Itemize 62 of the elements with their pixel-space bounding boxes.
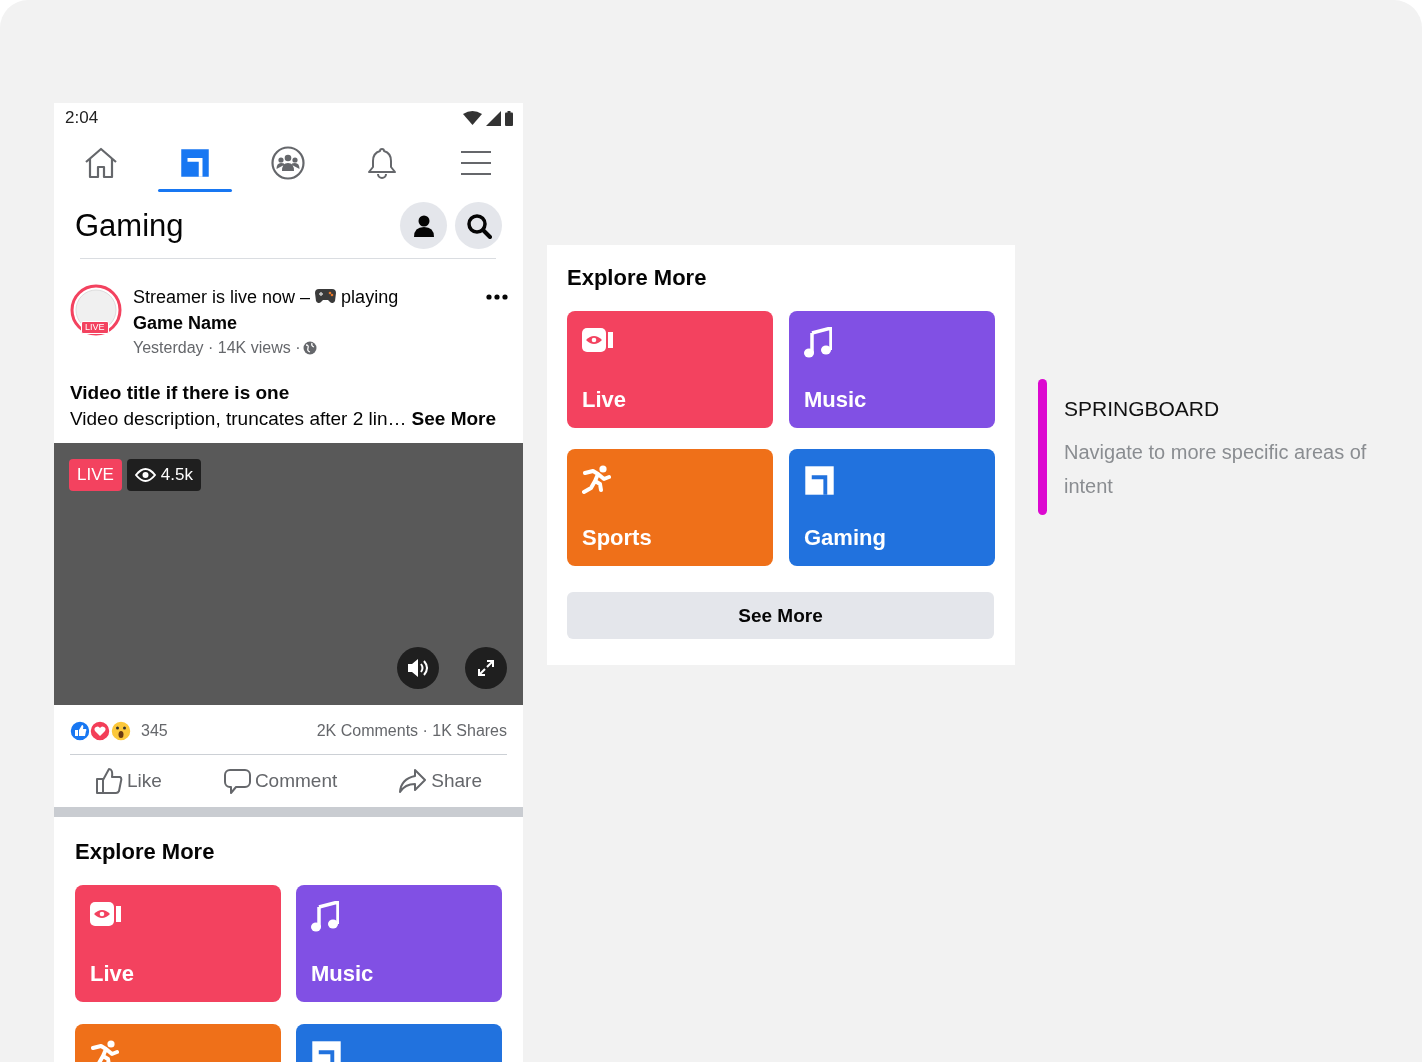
video-description: Video description, truncates after 2 lin… — [70, 407, 407, 431]
category-tile[interactable]: Live — [75, 885, 281, 1003]
category-tile[interactable]: Sports — [567, 449, 773, 567]
gaming-icon — [311, 1040, 342, 1062]
category-tile[interactable]: Music — [789, 311, 995, 429]
music-note-icon — [804, 327, 832, 359]
live-badge: LIVE — [69, 459, 122, 491]
person-icon — [413, 214, 434, 237]
search-icon — [465, 212, 492, 239]
reactions-icon — [69, 720, 133, 742]
live-badge: LIVE — [81, 321, 109, 334]
category-tile[interactable]: Music — [296, 885, 502, 1003]
groups-icon — [271, 145, 306, 180]
thumbs-up-icon — [95, 767, 123, 795]
wifi-icon — [463, 111, 482, 125]
running-person-icon — [90, 1040, 119, 1062]
search-button[interactable] — [455, 202, 502, 249]
post-meta: Yesterday · 14K views · — [133, 338, 301, 358]
speech-bubble-icon — [223, 767, 251, 795]
expand-icon — [477, 659, 495, 677]
engagement-summary[interactable]: 2K Comments · 1K Shares — [316, 719, 507, 743]
game-name-link[interactable]: Game Name — [133, 313, 238, 333]
comment-button[interactable]: Comment — [215, 761, 346, 801]
annotation-description: Navigate to more specific areas of intent — [1064, 439, 1368, 499]
running-person-icon — [582, 465, 611, 497]
music-note-icon — [311, 901, 339, 933]
viewer-count-badge: 4.5k — [126, 459, 201, 491]
section-title: Explore More — [75, 839, 216, 866]
like-button[interactable]: Like — [87, 761, 170, 801]
annotation-title: SPRINGBOARD — [1064, 396, 1221, 422]
gaming-icon — [179, 147, 210, 178]
home-icon — [83, 146, 118, 179]
headline-text: Streamer is live now – — [133, 287, 311, 307]
battery-icon — [505, 110, 513, 126]
gamepad-icon — [315, 288, 337, 304]
share-arrow-icon — [399, 768, 428, 794]
eye-icon — [134, 467, 156, 482]
video-title: Video title if there is one — [70, 382, 290, 403]
fullscreen-button[interactable] — [465, 647, 507, 689]
profile-button[interactable] — [400, 202, 447, 249]
signal-icon — [486, 110, 501, 126]
status-time: 2:04 — [65, 107, 99, 130]
headline-text: playing — [341, 287, 399, 307]
more-options-icon[interactable] — [486, 294, 508, 300]
reaction-count[interactable]: 345 — [141, 719, 168, 743]
category-tile[interactable]: Gaming — [789, 449, 995, 567]
video-player[interactable]: LIVE 4.5k — [54, 443, 523, 705]
gaming-icon — [804, 465, 835, 497]
share-button[interactable]: Share — [391, 761, 490, 801]
globe-icon — [303, 341, 318, 355]
see-more-button[interactable]: See More — [567, 592, 994, 640]
see-more-link[interactable]: See More — [411, 406, 497, 432]
live-avatar[interactable]: LIVE — [70, 284, 122, 338]
video-camera-icon — [582, 327, 614, 354]
page-title: Gaming — [75, 206, 184, 245]
volume-icon — [407, 658, 429, 678]
category-tile[interactable]: Live — [567, 311, 773, 429]
volume-button[interactable] — [397, 647, 439, 689]
video-camera-icon — [90, 901, 122, 928]
bell-icon — [367, 145, 398, 180]
menu-icon — [461, 149, 492, 176]
section-title: Explore More — [567, 265, 708, 292]
